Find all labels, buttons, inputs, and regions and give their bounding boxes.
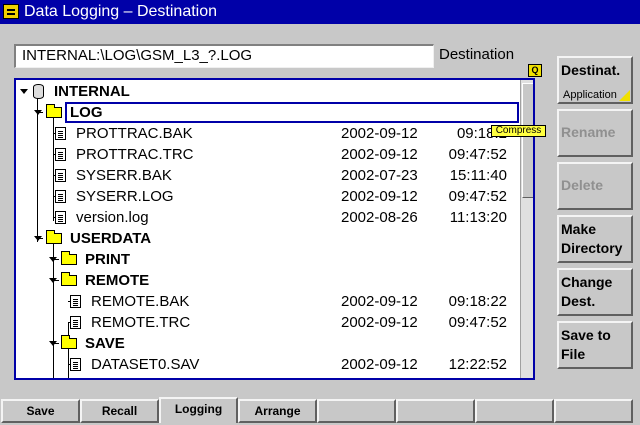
tab-arrange[interactable]: Arrange (238, 399, 317, 423)
softkey-label: Save to (561, 327, 611, 343)
delete-softkey[interactable]: Delete (557, 162, 633, 210)
window-title: Data Logging – Destination (24, 3, 218, 20)
collapse-arrow-icon[interactable] (48, 249, 58, 270)
tree-node-save[interactable]: SAVE (16, 333, 520, 354)
folder-icon (61, 251, 77, 265)
file-row[interactable]: SYSERR.BAK 2002-07-23 15:11:40 (16, 165, 520, 186)
scrollbar-thumb[interactable] (522, 83, 533, 198)
quick-indicator-badge: Q (528, 64, 542, 77)
destinat-softkey[interactable]: Destinat. Application (557, 56, 633, 104)
file-name: SYSERR.BAK (76, 167, 172, 184)
tab-logging[interactable]: Logging (159, 397, 238, 423)
softkey-label: Destinat. (561, 62, 621, 78)
tab-empty-5[interactable] (317, 399, 396, 423)
file-row[interactable]: REMOTE.BAK 2002-09-12 09:18:22 (16, 291, 520, 312)
softkey-label: Delete (561, 177, 604, 193)
file-time: 09:47:52 (448, 314, 507, 331)
file-date: 2002-07-23 (341, 167, 418, 184)
file-icon (70, 295, 81, 308)
file-name: DATASET0.SAV (91, 356, 200, 373)
folder-icon (46, 104, 62, 118)
file-row[interactable]: REMOTE.TRC 2002-09-12 09:47:52 (16, 312, 520, 333)
collapse-arrow-icon[interactable] (19, 81, 29, 102)
softkey-label: Rename (561, 124, 616, 140)
node-label: USERDATA (70, 230, 152, 247)
file-date: 2002-09-12 (341, 146, 418, 163)
file-icon (55, 211, 66, 224)
rename-softkey[interactable]: Rename (557, 109, 633, 157)
file-icon (70, 358, 81, 371)
title-bar: Data Logging – Destination (0, 0, 640, 24)
file-row[interactable]: PROTTRAC.TRC 2002-09-12 09:47:52 (16, 144, 520, 165)
collapse-arrow-icon[interactable] (33, 228, 43, 249)
file-time: 09:47:52 (448, 188, 507, 205)
collapse-arrow-icon[interactable] (48, 333, 58, 354)
window-menu-icon[interactable] (3, 4, 19, 19)
destination-path-field[interactable]: INTERNAL:\LOG\GSM_L3_?.LOG (14, 44, 434, 68)
file-name: REMOTE.TRC (91, 314, 191, 331)
selection-highlight (65, 102, 519, 123)
file-tree: INTERNAL LOG PROTTRAC.BAK 2002-09-12 09:… (14, 78, 535, 380)
file-date: 2002-09-12 (341, 293, 418, 310)
tab-save[interactable]: Save (1, 399, 80, 423)
file-time: 09:47:52 (448, 146, 507, 163)
file-name: REMOTE.BAK (91, 293, 190, 310)
tree-node-internal[interactable]: INTERNAL (16, 81, 520, 102)
drive-icon (33, 84, 44, 99)
change-dest-softkey[interactable]: Change Dest. (557, 268, 633, 316)
node-label: SAVE (85, 335, 125, 352)
softkey-label-line2: Dest. (561, 293, 596, 309)
file-date: 2002-09-12 (341, 188, 418, 205)
folder-icon (61, 335, 77, 349)
tree-node-print[interactable]: PRINT (16, 249, 520, 270)
expand-corner-icon (619, 90, 630, 101)
file-time: 09:18:22 (448, 293, 507, 310)
file-time: 12:22:52 (448, 356, 507, 373)
tab-empty-8[interactable] (554, 399, 633, 423)
make-directory-softkey[interactable]: Make Directory (557, 215, 633, 263)
node-label: INTERNAL (54, 83, 130, 100)
file-name: SYSERR.LOG (76, 188, 174, 205)
tab-empty-6[interactable] (396, 399, 475, 423)
file-icon (55, 169, 66, 182)
softkey-label: Change (561, 274, 613, 290)
file-row[interactable]: PROTTRAC.BAK 2002-09-12 09:18:2 (16, 123, 520, 144)
softkey-sublabel: Application (563, 89, 617, 101)
tab-recall[interactable]: Recall (80, 399, 159, 423)
file-date: 2002-09-12 (341, 125, 418, 142)
file-name: PROTTRAC.TRC (76, 146, 194, 163)
file-icon (55, 190, 66, 203)
file-date: 2002-09-12 (341, 314, 418, 331)
file-time: 11:13:20 (449, 209, 507, 226)
node-label: PRINT (85, 251, 130, 268)
compress-tooltip: Compress (491, 125, 546, 137)
softkey-label-line2: Directory (561, 240, 623, 256)
file-icon (55, 127, 66, 140)
destination-label: Destination (439, 46, 515, 63)
softkey-label: Make (561, 221, 597, 237)
file-name: version.log (76, 209, 149, 226)
folder-icon (46, 230, 62, 244)
tab-empty-7[interactable] (475, 399, 554, 423)
node-label: REMOTE (85, 272, 150, 289)
tree-node-remote[interactable]: REMOTE (16, 270, 520, 291)
file-name: PROTTRAC.BAK (76, 125, 193, 142)
file-row[interactable]: SYSERR.LOG 2002-09-12 09:47:52 (16, 186, 520, 207)
collapse-arrow-icon[interactable] (33, 102, 43, 123)
file-date: 2002-09-12 (341, 356, 418, 373)
file-time: 15:11:40 (449, 167, 507, 184)
folder-icon (61, 272, 77, 286)
file-row[interactable]: DATASET0.SAV 2002-09-12 12:22:52 (16, 354, 520, 375)
file-row[interactable]: version.log 2002-08-26 11:13:20 (16, 207, 520, 228)
file-icon (55, 148, 66, 161)
save-to-file-softkey[interactable]: Save to File (557, 321, 633, 369)
tree-node-userdata[interactable]: USERDATA (16, 228, 520, 249)
collapse-arrow-icon[interactable] (48, 270, 58, 291)
file-date: 2002-08-26 (341, 209, 418, 226)
file-icon (70, 316, 81, 329)
bottom-tab-bar: Save Recall Logging Arrange (0, 397, 640, 425)
softkey-label-line2: File (561, 346, 586, 362)
